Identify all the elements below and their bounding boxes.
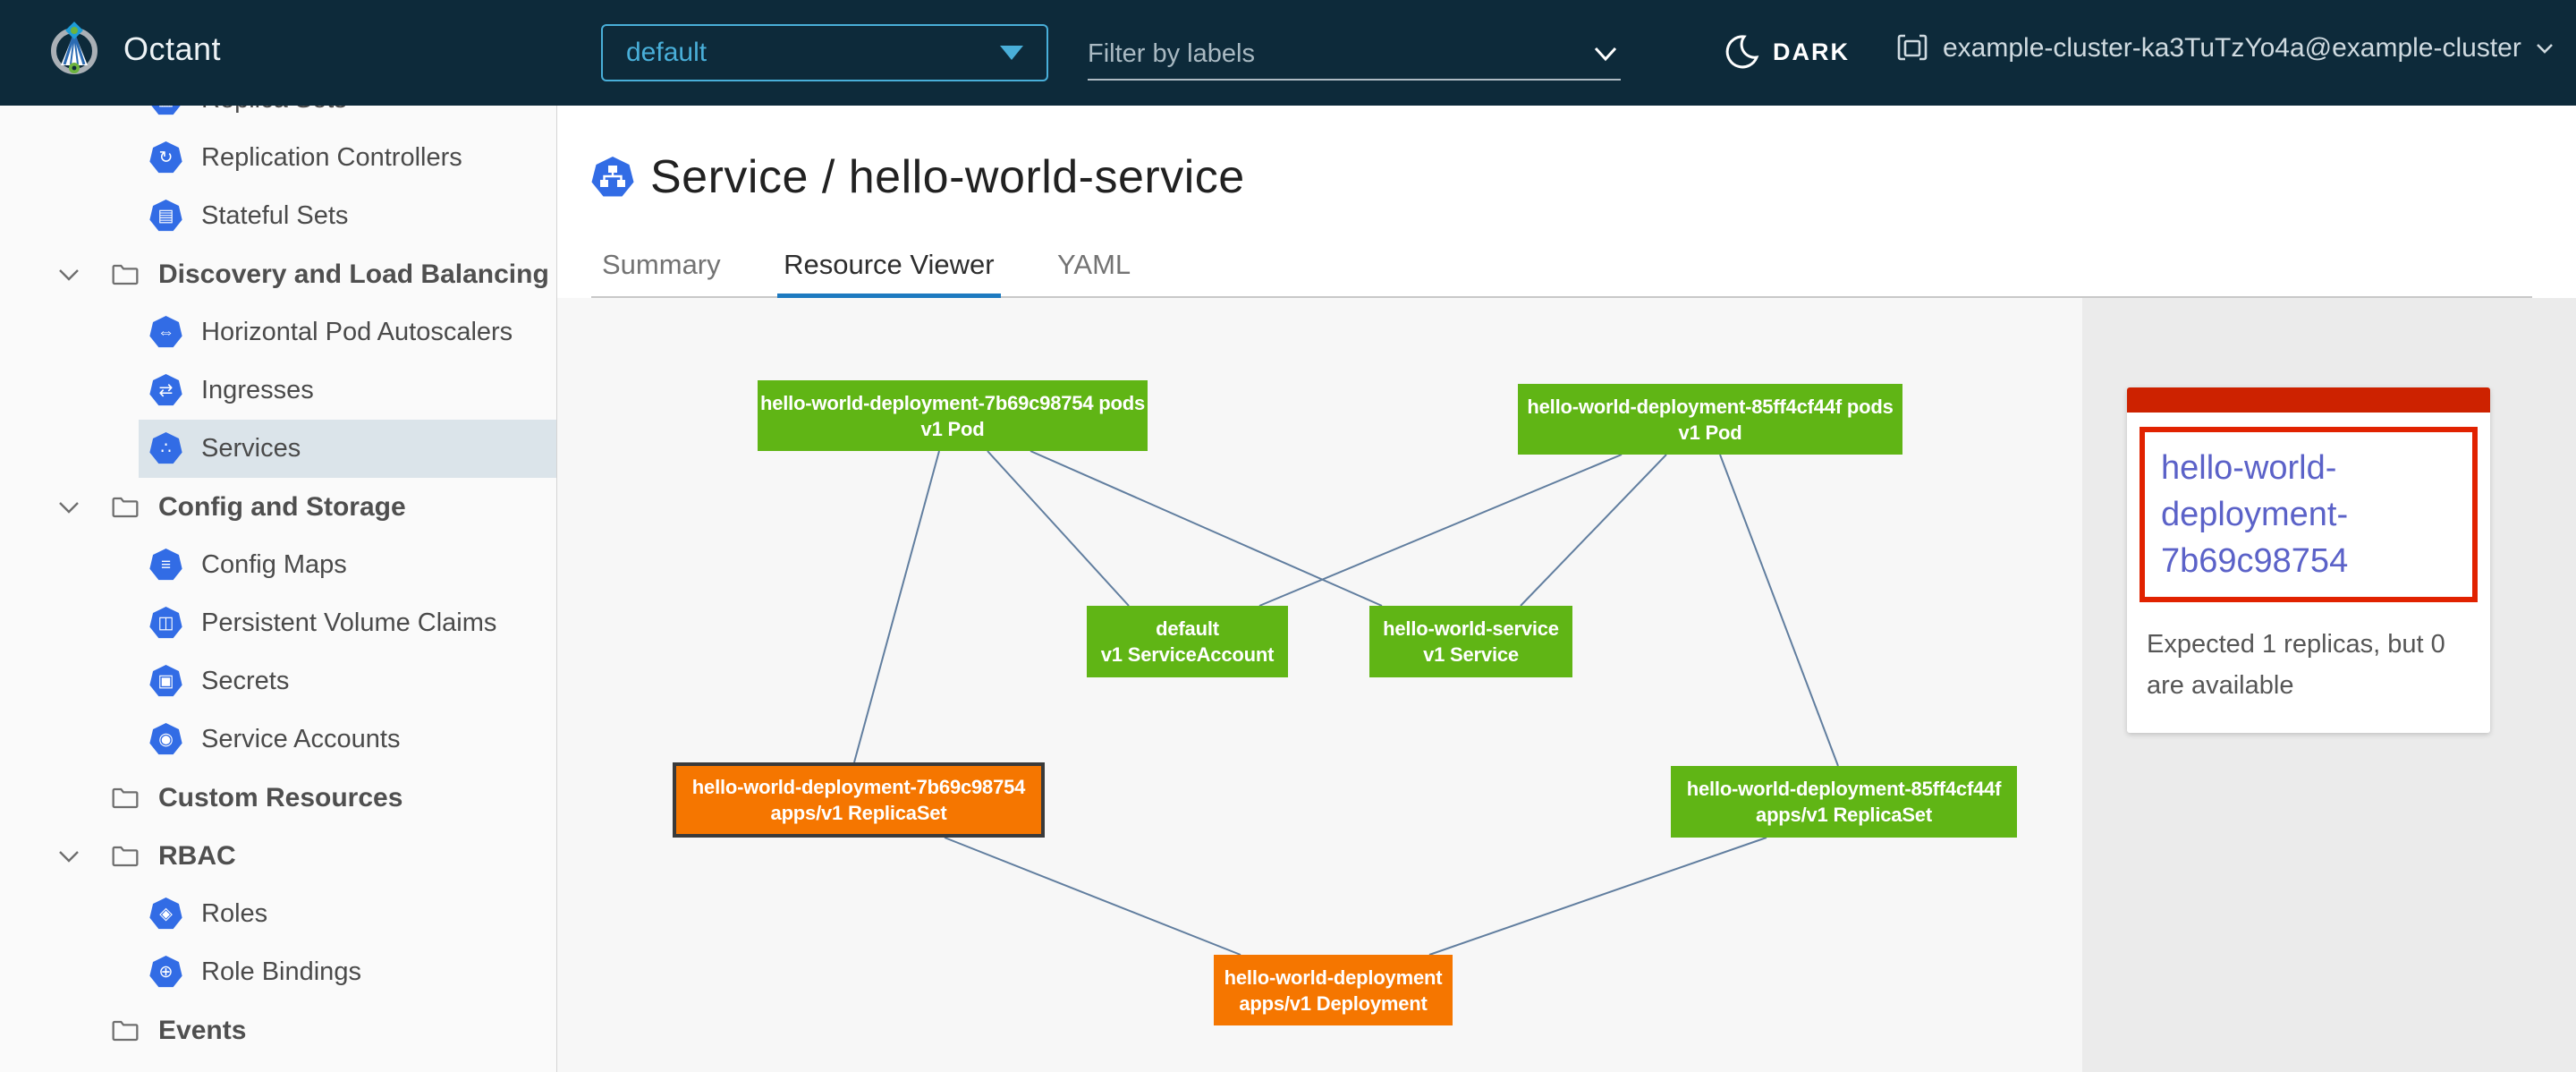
app-title: Octant	[123, 30, 221, 68]
horizontal-pod-autoscalers-icon: ⇔	[149, 316, 182, 349]
selected-resource-card: hello-world-deployment-7b69c98754 Expect…	[2127, 387, 2490, 733]
dark-theme-toggle[interactable]: DARK	[1724, 32, 1850, 72]
status-error-bar	[2127, 387, 2490, 413]
tab-bar: Summary Resource Viewer YAML	[591, 249, 2532, 298]
sidebar-item-services[interactable]: ∴ Services	[0, 420, 556, 478]
graph-node-pod-85ff4cf44f[interactable]: hello-world-deployment-85ff4cf44f pods v…	[1518, 384, 1902, 455]
chevron-down-icon	[57, 499, 80, 515]
moon-icon	[1724, 32, 1760, 72]
sidebar-item-replication-controllers[interactable]: ↻ Replication Controllers	[0, 129, 556, 187]
graph-node-replicaset-85ff4cf44f[interactable]: hello-world-deployment-85ff4cf44f apps/v…	[1671, 766, 2017, 838]
octant-app: Octant default DARK example-cluster-ka3T…	[0, 0, 2576, 1072]
tab-yaml[interactable]: YAML	[1057, 249, 1131, 295]
label-filter	[1088, 29, 1621, 81]
graph-node-deployment[interactable]: hello-world-deployment apps/v1 Deploymen…	[1214, 955, 1453, 1025]
sidebar-item-stateful-sets[interactable]: ▤ Stateful Sets	[0, 187, 556, 245]
sidebar-item-role-bindings[interactable]: ⊕ Role Bindings	[0, 943, 556, 1001]
sidebar-item-config-maps[interactable]: ≡ Config Maps	[0, 536, 556, 594]
main-content: Service / hello-world-service Summary Re…	[557, 106, 2576, 1072]
chevron-down-icon	[57, 267, 80, 283]
resource-graph: hello-world-deployment-7b69c98754 pods v…	[557, 298, 2082, 1072]
sidebar-group-custom-resources[interactable]: Custom Resources	[0, 769, 556, 827]
folder-icon	[111, 1016, 140, 1042]
replica-warning-message: Expected 1 replicas, but 0 are available	[2147, 624, 2472, 706]
stateful-sets-icon: ▤	[149, 200, 182, 233]
sidebar-item-service-accounts[interactable]: ◉ Service Accounts	[0, 710, 556, 769]
folder-icon	[111, 492, 140, 519]
service-accounts-icon: ◉	[149, 723, 182, 756]
folder-icon	[111, 841, 140, 868]
tab-resource-viewer[interactable]: Resource Viewer	[784, 249, 994, 295]
sidebar-group-events[interactable]: Events	[0, 1001, 556, 1059]
sidebar-group-discovery-and-load-balancing[interactable]: Discovery and Load Balancing	[0, 245, 556, 303]
chevron-down-icon	[2534, 40, 2555, 56]
selected-resource-link[interactable]: hello-world-deployment-7b69c98754	[2161, 445, 2456, 584]
sidebar-item-horizontal-pod-autoscalers[interactable]: ⇔ Horizontal Pod Autoscalers	[0, 303, 556, 362]
cluster-context-selector[interactable]: example-cluster-ka3TuTzYo4a@example-clus…	[1894, 30, 2555, 66]
page-header: Service / hello-world-service	[591, 150, 1245, 204]
sidebar-item-replica-sets[interactable]: ▦ Replica Sets	[0, 106, 556, 129]
detail-panel: hello-world-deployment-7b69c98754 Expect…	[2082, 298, 2576, 1072]
sidebar-item-ingresses[interactable]: ⇄ Ingresses	[0, 362, 556, 420]
namespace-value: default	[626, 38, 1000, 68]
replica-sets-icon: ▦	[149, 106, 182, 116]
graph-node-serviceaccount-default[interactable]: default v1 ServiceAccount	[1087, 606, 1288, 677]
roles-icon: ◈	[149, 898, 182, 931]
brand: Octant	[47, 21, 221, 77]
sidebar-item-secrets[interactable]: ▣ Secrets	[0, 652, 556, 710]
label-filter-input[interactable]	[1088, 39, 1590, 69]
tab-summary[interactable]: Summary	[602, 249, 721, 295]
folder-icon	[111, 783, 140, 810]
folder-icon	[111, 259, 140, 286]
octant-logo-icon	[47, 21, 102, 77]
page-title: Service / hello-world-service	[650, 150, 1245, 204]
persistent-volume-claims-icon: ◫	[149, 607, 182, 640]
sidebar-nav: ▦ Replica Sets ↻ Replication Controllers…	[0, 106, 557, 1072]
caret-down-icon	[1000, 46, 1023, 60]
sidebar-group-config-and-storage[interactable]: Config and Storage	[0, 478, 556, 536]
chevron-down-icon	[57, 848, 80, 864]
graph-node-replicaset-7b69c98754[interactable]: hello-world-deployment-7b69c98754 apps/v…	[673, 762, 1045, 838]
namespace-dropdown[interactable]: default	[601, 24, 1048, 81]
config-maps-icon: ≡	[149, 549, 182, 582]
graph-node-pod-7b69c98754[interactable]: hello-world-deployment-7b69c98754 pods v…	[758, 380, 1148, 451]
top-bar: Octant default DARK example-cluster-ka3T…	[0, 0, 2576, 106]
service-icon	[591, 156, 634, 199]
role-bindings-icon: ⊕	[149, 956, 182, 989]
services-icon: ∴	[149, 432, 182, 465]
ingresses-icon: ⇄	[149, 374, 182, 407]
secrets-icon: ▣	[149, 665, 182, 698]
theme-label: DARK	[1773, 38, 1850, 66]
replication-controllers-icon: ↻	[149, 141, 182, 174]
cluster-icon	[1894, 30, 1930, 66]
tab-content: hello-world-deployment-7b69c98754 pods v…	[557, 298, 2576, 1072]
graph-node-service-hello-world[interactable]: hello-world-service v1 Service	[1369, 606, 1572, 677]
chevron-down-icon[interactable]	[1590, 43, 1621, 64]
sidebar-group-rbac[interactable]: RBAC	[0, 827, 556, 885]
selected-resource-highlight: hello-world-deployment-7b69c98754	[2140, 427, 2478, 602]
cluster-context-label: example-cluster-ka3TuTzYo4a@example-clus…	[1943, 33, 2521, 64]
sidebar-item-persistent-volume-claims[interactable]: ◫ Persistent Volume Claims	[0, 594, 556, 652]
sidebar-item-roles[interactable]: ◈ Roles	[0, 885, 556, 943]
